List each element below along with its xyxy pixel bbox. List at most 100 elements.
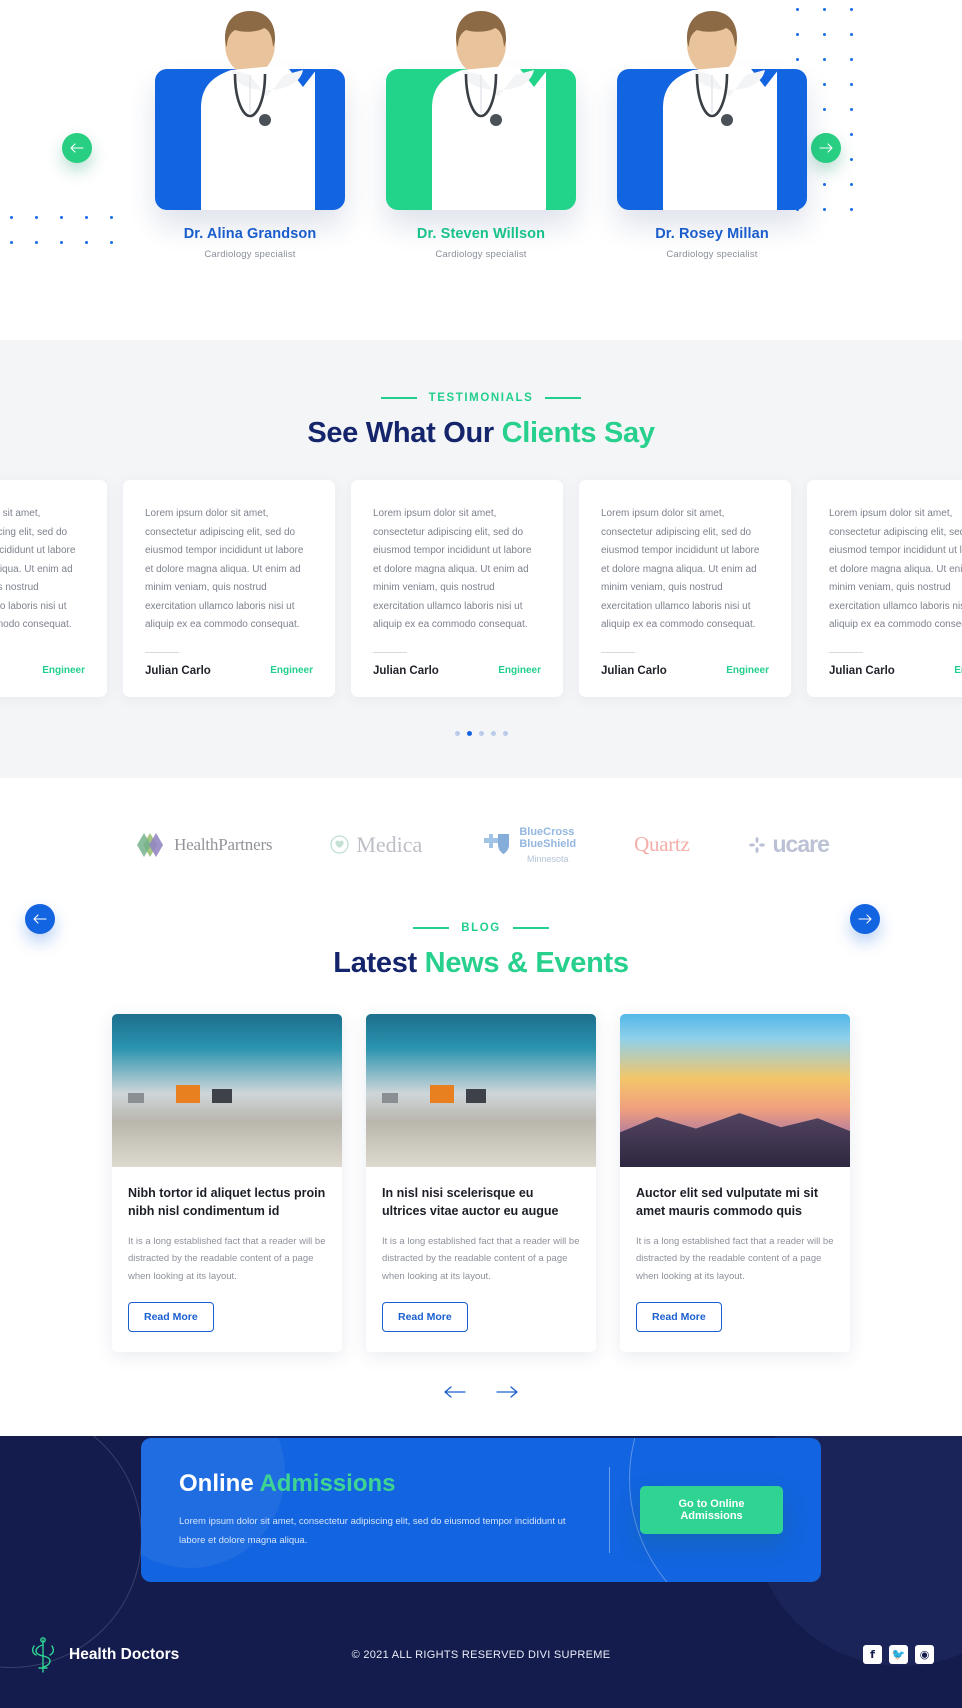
doctors-next-button[interactable] [811, 133, 841, 163]
doctor-card[interactable]: Dr. Alina Grandson Cardiology specialist [152, 4, 348, 260]
facebook-icon[interactable]: f [863, 1645, 882, 1665]
cta-title: Online Admissions [179, 1470, 579, 1498]
testimonial-footer: Julian Carlo Engineer [145, 665, 313, 677]
testimonial-card[interactable]: Lorem ipsum dolor sit amet, consectetur … [351, 480, 563, 697]
decorative-dot [823, 8, 826, 11]
blog-prev-button[interactable] [444, 1382, 466, 1404]
testimonials-carousel[interactable]: Lorem ipsum dolor sit amet, consectetur … [0, 480, 962, 697]
partner-name: HealthPartners [174, 834, 273, 854]
blog-carousel-nav[interactable] [0, 1382, 962, 1404]
blog-card-excerpt: It is a long established fact that a rea… [382, 1236, 580, 1282]
decorative-dot [85, 241, 88, 244]
testimonials-next-button[interactable] [850, 904, 880, 934]
doctor-card[interactable]: Dr. Steven Willson Cardiology specialist [383, 4, 579, 260]
testimonial-footer: Julian Carlo Engineer [829, 665, 962, 677]
doctors-section: Dr. Alina Grandson Cardiology specialist… [0, 0, 962, 340]
doctor-photo [432, 11, 546, 210]
blog-card-image [366, 1014, 596, 1168]
testimonial-footer: Julian Carlo Engineer [0, 665, 85, 677]
ucare-mark-icon [748, 836, 765, 853]
cta-footer-wrap: Online Admissions Lorem ipsum dolor sit … [0, 1435, 962, 1708]
read-more-button[interactable]: Read More [128, 1301, 214, 1332]
blog-title-accent: News & Events [424, 947, 629, 980]
testimonial-card[interactable]: Lorem ipsum dolor sit amet, consectetur … [123, 480, 335, 697]
partner-name: BlueCross BlueShield Minnesota [519, 825, 577, 864]
decorative-dot [823, 58, 826, 61]
testimonials-prev-button[interactable] [25, 904, 55, 934]
doctors-prev-button[interactable] [62, 133, 92, 163]
doctor-role: Cardiology specialist [435, 249, 527, 260]
cta-action-area: Go to Online Admissions [640, 1485, 783, 1534]
twitter-icon[interactable]: 🐦 [889, 1645, 908, 1665]
testimonial-role: Engineer [42, 665, 85, 676]
go-to-online-admissions-button[interactable]: Go to Online Admissions [640, 1485, 783, 1534]
blog-card[interactable]: Nibh tortor id aliquet lectus proin nibh… [112, 1014, 342, 1352]
testimonial-text: Lorem ipsum dolor sit amet, consectetur … [373, 508, 532, 630]
testimonial-author: Julian Carlo [145, 664, 211, 677]
testimonial-card[interactable]: Lorem ipsum dolor sit amet, consectetur … [807, 480, 962, 697]
decorative-dot-grid-left [10, 216, 113, 244]
testimonials-eyebrow-wrap: TESTIMONIALS [0, 392, 962, 404]
footer-brand[interactable]: Health Doctors [28, 1636, 328, 1674]
pagination-dot[interactable] [490, 730, 496, 736]
footer-social-links[interactable]: f 🐦 ◉ [634, 1645, 934, 1665]
blog-title: Latest News & Events [0, 947, 962, 980]
doctor-photo-wrap [614, 4, 810, 210]
cta-title-main: Online [179, 1469, 260, 1497]
eyebrow-line-left [380, 397, 417, 399]
decorative-dot [35, 241, 38, 244]
doctor-card[interactable]: Dr. Rosey Millan Cardiology specialist [614, 4, 810, 260]
testimonial-role: Engineer [498, 665, 541, 676]
blog-card-title: In nisl nisi scelerisque eu ultrices vit… [382, 1186, 559, 1219]
blog-card-body: Nibh tortor id aliquet lectus proin nibh… [112, 1167, 342, 1352]
decorative-dot [85, 216, 88, 219]
blog-card[interactable]: In nisl nisi scelerisque eu ultrices vit… [366, 1014, 596, 1352]
pagination-dot[interactable] [502, 730, 508, 736]
blog-card-image [620, 1014, 850, 1168]
blog-card[interactable]: Auctor elit sed vulputate mi sit amet ma… [620, 1014, 850, 1352]
testimonial-author: Julian Carlo [829, 664, 895, 677]
instagram-icon[interactable]: ◉ [915, 1645, 934, 1665]
testimonials-eyebrow: TESTIMONIALS [428, 392, 534, 404]
decorative-dot [823, 108, 826, 111]
partner-name: Medica [356, 831, 423, 857]
decorative-dot [850, 58, 853, 61]
eyebrow-line-right [512, 927, 549, 930]
testimonial-footer: Julian Carlo Engineer [373, 665, 541, 677]
pagination-dot[interactable] [466, 730, 472, 736]
partner-subname: Minnesota [526, 853, 569, 864]
doctor-photo-wrap [383, 4, 579, 210]
blog-card-excerpt: It is a long established fact that a rea… [636, 1236, 834, 1282]
decorative-dot [110, 216, 113, 219]
decorative-dot [110, 241, 113, 244]
read-more-button[interactable]: Read More [382, 1301, 468, 1332]
partner-logo-quartz: Quartz [634, 832, 690, 857]
pagination-dot[interactable] [454, 730, 460, 736]
decorative-dot [850, 8, 853, 11]
decorative-dot [823, 208, 826, 211]
testimonial-author: Julian Carlo [373, 664, 439, 677]
read-more-button[interactable]: Read More [636, 1301, 722, 1332]
cta-text-block: Online Admissions Lorem ipsum dolor sit … [179, 1470, 579, 1550]
site-footer: Health Doctors © 2021 ALL RIGHTS RESERVE… [0, 1582, 962, 1708]
decorative-dot [850, 183, 853, 186]
testimonials-pagination[interactable] [0, 730, 962, 736]
testimonial-card[interactable]: Lorem ipsum dolor sit amet, consectetur … [579, 480, 791, 697]
footer-copyright: © 2021 ALL RIGHTS RESERVED DIVI SUPREME [351, 1648, 611, 1661]
testimonials-title-accent: Clients Say [501, 417, 655, 449]
testimonial-footer: Julian Carlo Engineer [601, 665, 769, 677]
blog-card-body: Auctor elit sed vulputate mi sit amet ma… [620, 1167, 850, 1352]
testimonial-card[interactable]: Lorem ipsum dolor sit amet, consectetur … [0, 480, 107, 697]
pagination-dot[interactable] [478, 730, 484, 736]
testimonial-divider [145, 651, 179, 653]
decorative-dot [823, 33, 826, 36]
decorative-dot [10, 216, 13, 219]
testimonial-text: Lorem ipsum dolor sit amet, consectetur … [601, 508, 760, 630]
testimonial-role: Engineer [954, 665, 962, 676]
decorative-dot [60, 216, 63, 219]
blog-card-image [112, 1014, 342, 1168]
blog-next-button[interactable] [496, 1382, 518, 1404]
doctor-role: Cardiology specialist [666, 249, 758, 260]
doctor-name: Dr. Steven Willson [416, 226, 546, 242]
partner-logo-healthpartners: HealthPartners [133, 830, 273, 860]
